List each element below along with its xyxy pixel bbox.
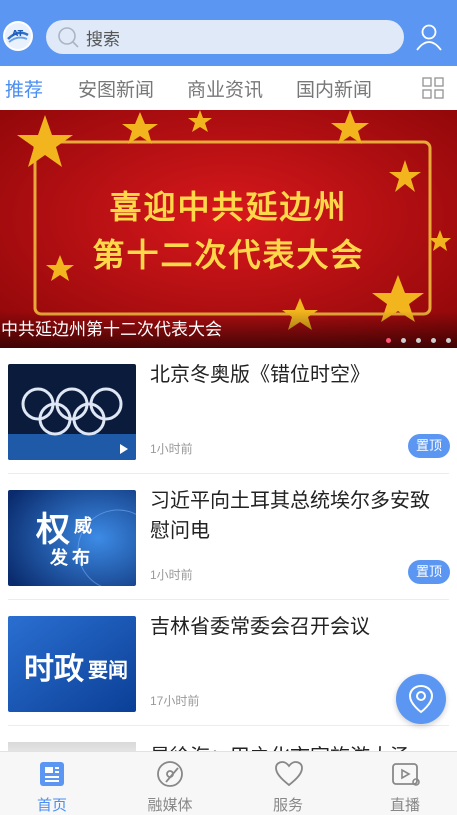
news-title: 北京冬奥版《错位时空》	[150, 364, 370, 386]
news-item[interactable]: 北京冬奥版《错位时空》 1小时前 置顶	[0, 348, 457, 474]
carousel-dot[interactable]	[416, 338, 421, 343]
category-grid-icon[interactable]	[422, 77, 444, 99]
heart-icon	[275, 761, 303, 787]
nav-home[interactable]: 首页	[2, 752, 102, 815]
top-header: AT 搜索	[0, 0, 457, 66]
pinned-badge: 置顶	[408, 434, 450, 458]
bottom-nav: 首页 融媒体 服务 直播	[0, 751, 457, 815]
search-placeholder: 搜索	[86, 29, 120, 49]
tab-domestic-news[interactable]: 国内新闻	[296, 75, 372, 102]
carousel-indicator	[386, 338, 451, 343]
pinned-badge: 置顶	[408, 560, 450, 584]
carousel-dot[interactable]	[386, 338, 391, 343]
news-item[interactable]: 时政 要闻 吉林省委常委会召开会议 17小时前	[0, 600, 457, 726]
news-time: 1小时前	[150, 442, 193, 456]
news-item[interactable]: 权 威 发布 习近平向土耳其总统埃尔多安致慰问电 1小时前 置顶	[0, 474, 457, 600]
media-disc-icon	[157, 761, 183, 787]
home-news-icon	[40, 762, 64, 786]
user-icon[interactable]	[414, 22, 444, 52]
search-input[interactable]: 搜索	[46, 20, 404, 54]
news-time: 1小时前	[150, 568, 193, 582]
thumb-text: 要闻	[88, 660, 128, 682]
carousel-dot[interactable]	[446, 338, 451, 343]
live-tv-icon	[392, 763, 420, 786]
nav-label: 直播	[389, 797, 420, 814]
nav-label: 服务	[272, 797, 303, 814]
app-logo-icon[interactable]: AT	[3, 21, 33, 51]
divider	[8, 725, 449, 726]
svg-text:AT: AT	[12, 29, 24, 38]
thumb-text: 发布	[50, 548, 94, 568]
carousel-dot[interactable]	[431, 338, 436, 343]
news-thumbnail-political-news: 时政 要闻	[8, 616, 136, 712]
tab-antu-news[interactable]: 安图新闻	[78, 75, 154, 102]
banner-headline-line2: 第十二次代表大会	[92, 236, 365, 274]
thumb-text: 时政	[24, 653, 84, 686]
news-title: 习近平向土耳其总统埃尔多安致慰问电	[150, 490, 430, 542]
location-button[interactable]	[396, 674, 446, 724]
thumb-text: 威	[74, 516, 92, 536]
search-icon	[58, 27, 79, 48]
nav-label: 首页	[36, 797, 67, 814]
nav-label: 融媒体	[147, 797, 193, 814]
news-title: 吉林省委常委会召开会议	[150, 616, 370, 638]
news-thumbnail-authoritative-release: 权 威 发布	[8, 490, 136, 586]
location-pin-icon	[408, 684, 434, 714]
news-time: 17小时前	[150, 694, 200, 708]
nav-live[interactable]: 直播	[355, 752, 455, 815]
banner-carousel[interactable]: 喜迎中共延边州 第十二次代表大会 中共延边州第十二次代表大会	[0, 110, 457, 348]
banner-caption: 中共延边州第十二次代表大会	[1, 320, 222, 339]
nav-service[interactable]: 服务	[238, 752, 338, 815]
tab-business-info[interactable]: 商业资讯	[187, 75, 263, 102]
nav-media[interactable]: 融媒体	[120, 752, 220, 815]
category-tabs: 推荐 安图新闻 商业资讯 国内新闻	[0, 66, 457, 110]
tab-recommend[interactable]: 推荐	[5, 75, 43, 102]
carousel-dot[interactable]	[401, 338, 406, 343]
banner-headline-line1: 喜迎中共延边州	[109, 188, 348, 226]
news-thumbnail-olympic-rings	[8, 364, 136, 460]
